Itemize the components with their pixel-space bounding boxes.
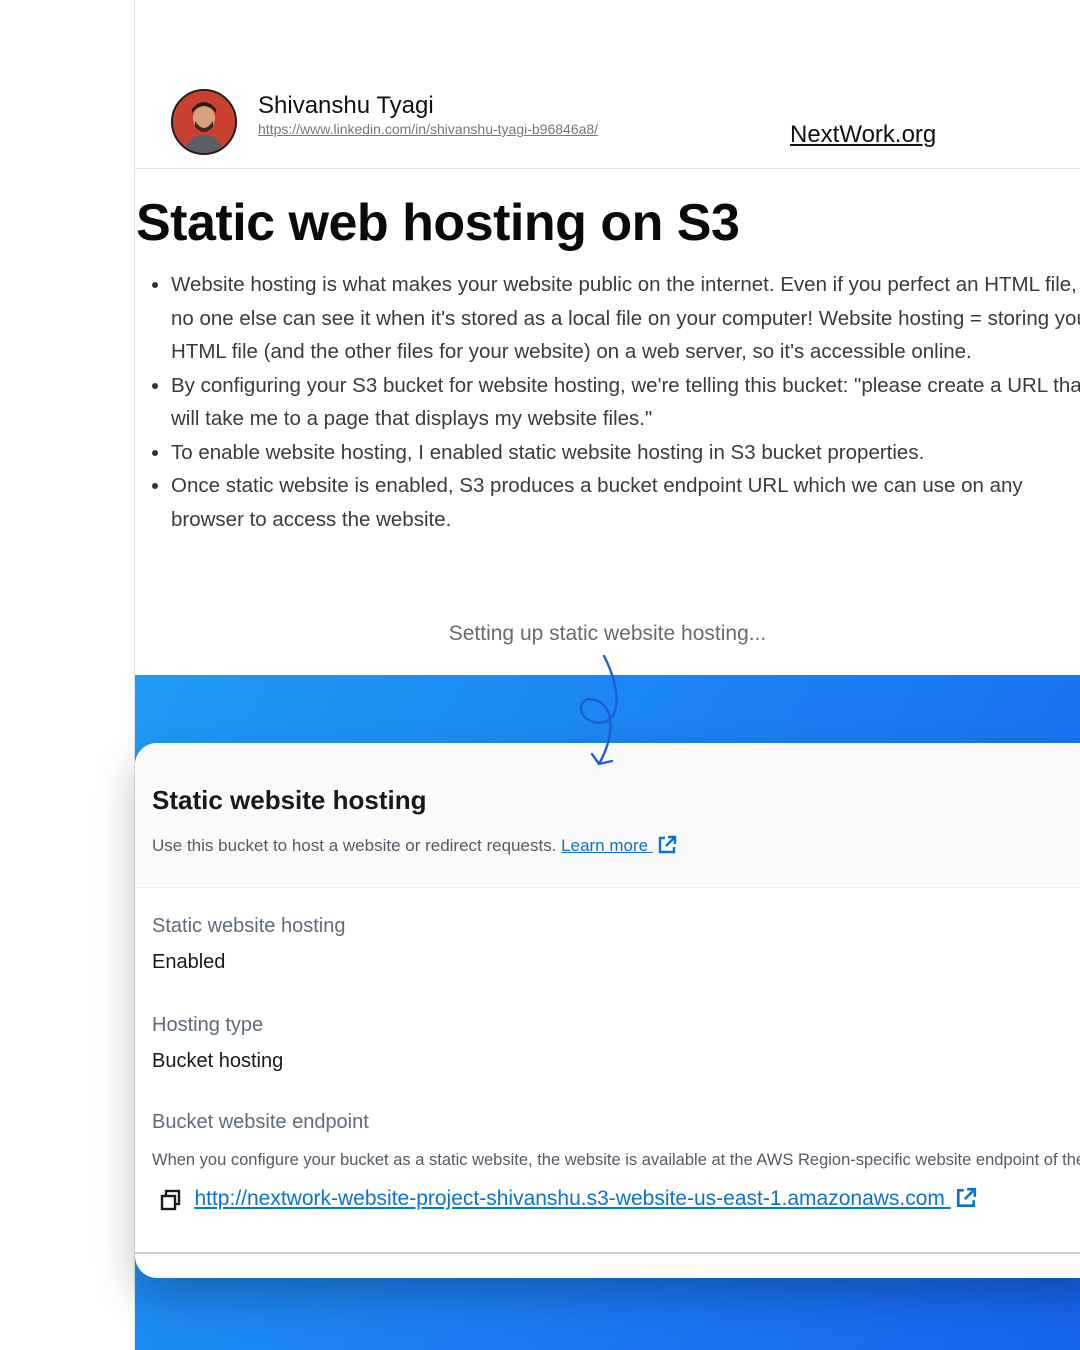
learn-more-link[interactable]: Learn more — [561, 835, 677, 855]
hosting-type-label: Hosting type — [152, 1014, 264, 1036]
endpoint-row: http://nextwork-website-project-shivansh… — [160, 1187, 977, 1216]
panel-title: Static website hosting — [152, 785, 427, 815]
list-item: To enable website hosting, I enabled sta… — [152, 436, 1080, 470]
copy-icon[interactable] — [160, 1189, 182, 1216]
author-avatar — [171, 89, 237, 155]
endpoint-url-link[interactable]: http://nextwork-website-project-shivansh… — [194, 1187, 976, 1210]
list-item: Website hosting is what makes your websi… — [152, 268, 1080, 369]
author-name: Shivanshu Tyagi — [258, 92, 434, 119]
author-profile-link[interactable]: https://www.linkedin.com/in/shivanshu-ty… — [258, 121, 598, 137]
list-item: By configuring your S3 bucket for websit… — [152, 369, 1080, 436]
external-link-icon — [657, 835, 677, 860]
external-link-icon — [955, 1187, 977, 1215]
learn-more-label: Learn more — [561, 836, 649, 855]
static-website-hosting-panel: Static website hosting Use this bucket t… — [135, 743, 1080, 1278]
endpoint-label: Bucket website endpoint — [152, 1111, 369, 1133]
section-title: Static web hosting on S3 — [136, 194, 740, 252]
hosting-status-label: Static website hosting — [152, 915, 346, 937]
panel-description-text: Use this bucket to host a website or red… — [152, 836, 557, 855]
hosting-type-value: Bucket hosting — [152, 1050, 284, 1072]
brand-link[interactable]: NextWork.org — [790, 121, 936, 149]
list-item: Once static website is enabled, S3 produ… — [152, 469, 1080, 536]
bullet-list: Website hosting is what makes your websi… — [136, 268, 1080, 536]
page-header — [135, 0, 1080, 169]
panel-footer-divider — [135, 1252, 1080, 1254]
screenshot-caption: Setting up static website hosting... — [448, 622, 767, 645]
hosting-status-value: Enabled — [152, 951, 226, 973]
hand-drawn-arrow-icon — [579, 654, 618, 766]
panel-description: Use this bucket to host a website or red… — [152, 835, 677, 860]
endpoint-description: When you configure your bucket as a stat… — [152, 1151, 1080, 1169]
endpoint-url-text: http://nextwork-website-project-shivansh… — [194, 1187, 945, 1210]
